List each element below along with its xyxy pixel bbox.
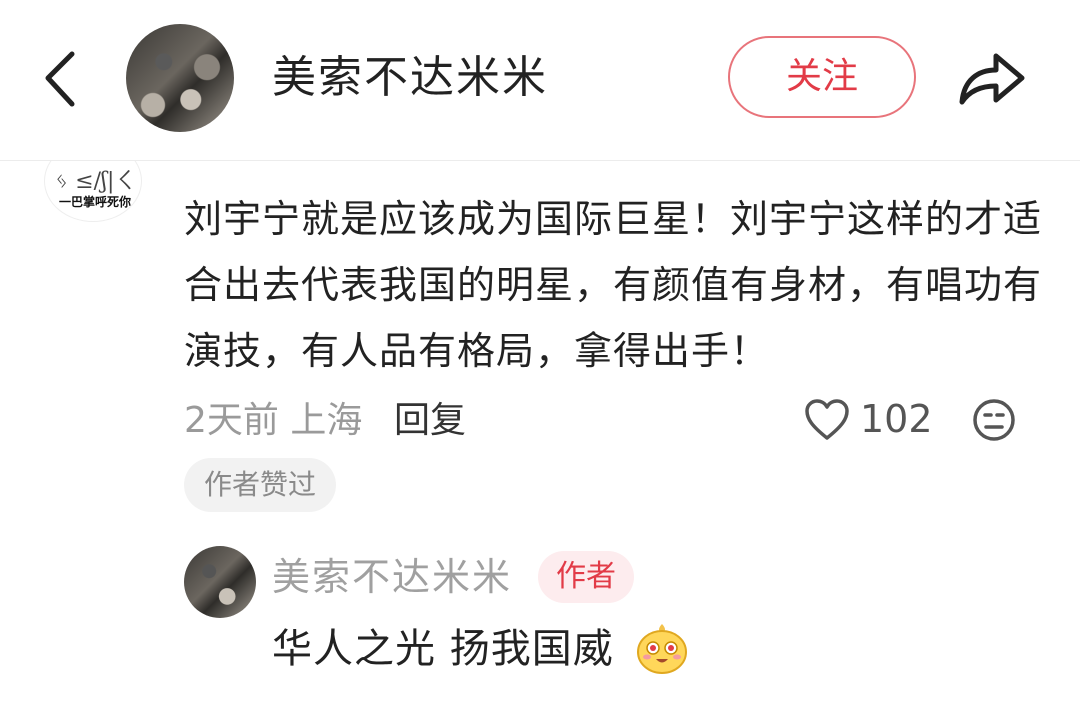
comment-meta: 2天前 上海 — [184, 400, 363, 441]
comment-text: 刘宇宁就是应该成为国际巨星！刘宇宁这样的才适合出去代表我国的明星，有颜值有身材，… — [184, 197, 1043, 373]
follow-button[interactable]: 关注 — [728, 36, 916, 118]
avatar-scribble: ᛃ ≤/ʃ|ㄑ — [55, 169, 137, 194]
back-chevron-icon — [45, 51, 75, 107]
reply-username[interactable]: 美索不达米米 — [272, 550, 512, 604]
author-liked-tag: 作者赞过 — [184, 458, 337, 512]
reply-button[interactable]: 回复 — [394, 396, 466, 446]
reply-avatar[interactable] — [184, 546, 256, 618]
avatar-caption: 一巴掌呼死你 — [59, 195, 132, 209]
share-button[interactable] — [956, 46, 1028, 110]
heart-icon — [805, 399, 849, 440]
reply-text: 华人之光 扬我国威 — [272, 626, 614, 672]
share-arrow-icon — [959, 53, 1025, 105]
page-title-username[interactable]: 美索不达米米 — [272, 48, 548, 108]
back-button[interactable] — [38, 48, 86, 112]
dislike-face-icon — [973, 399, 1015, 441]
like-button[interactable] — [804, 398, 850, 442]
like-count: 102 — [860, 397, 933, 441]
smiling-face-emoji-icon — [634, 620, 690, 676]
profile-avatar[interactable] — [126, 24, 234, 132]
dislike-button[interactable] — [972, 398, 1016, 442]
author-badge: 作者 — [538, 551, 634, 603]
